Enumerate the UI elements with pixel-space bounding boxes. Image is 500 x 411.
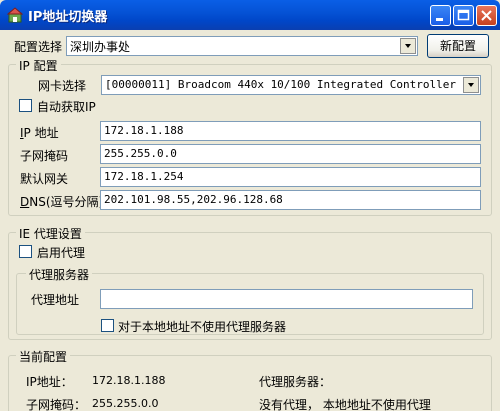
current-config-title: 当前配置 bbox=[16, 348, 71, 365]
config-select-label: 配置选择 bbox=[14, 40, 63, 54]
app-icon bbox=[7, 7, 23, 23]
maximize-button[interactable] bbox=[453, 5, 474, 26]
config-select-value: 深圳办事处 bbox=[70, 40, 131, 54]
current-proxy-label: 代理服务器： bbox=[259, 375, 332, 389]
ip-address-label: IP 地址 bbox=[20, 124, 59, 141]
auto-ip-label: 自动获取IP bbox=[37, 100, 96, 114]
current-mask-label: 子网掩码： bbox=[26, 398, 87, 411]
minimize-icon bbox=[436, 18, 443, 21]
dns-label: DNS(逗号分隔) bbox=[20, 193, 103, 210]
gateway-field[interactable]: 172.18.1.254 bbox=[100, 167, 481, 187]
nic-label: 网卡选择 bbox=[38, 79, 87, 93]
chevron-down-icon[interactable] bbox=[463, 77, 479, 93]
proxy-address-label: 代理地址 bbox=[31, 293, 80, 307]
current-ip-value: 172.18.1.188 bbox=[92, 374, 166, 387]
close-button[interactable] bbox=[476, 5, 497, 26]
gateway-label: 默认网关 bbox=[20, 172, 69, 186]
subnet-mask-label: 子网掩码 bbox=[20, 149, 69, 163]
bypass-local-label: 对于本地地址不使用代理服务器 bbox=[118, 320, 287, 334]
chevron-down-icon[interactable] bbox=[400, 38, 416, 54]
proxy-address-field[interactable] bbox=[100, 289, 473, 309]
current-ip-label: IP地址： bbox=[26, 375, 73, 389]
dns-label-text: NS(逗号分隔) bbox=[29, 195, 104, 209]
title-bar[interactable]: IP地址切换器 bbox=[0, 0, 500, 30]
auto-ip-checkbox[interactable] bbox=[19, 99, 32, 112]
minimize-button[interactable] bbox=[430, 5, 451, 26]
enable-proxy-checkbox[interactable] bbox=[19, 245, 32, 258]
dns-label-hotkey: D bbox=[20, 195, 30, 209]
ip-address-field[interactable]: 172.18.1.188 bbox=[100, 121, 481, 141]
maximize-icon bbox=[457, 9, 470, 21]
close-icon bbox=[481, 10, 492, 21]
current-mask-value: 255.255.0.0 bbox=[92, 397, 159, 410]
config-select[interactable]: 深圳办事处 bbox=[66, 36, 418, 56]
proxy-group-title: IE 代理设置 bbox=[16, 225, 85, 242]
ip-config-title: IP 配置 bbox=[16, 57, 61, 74]
bypass-local-checkbox[interactable] bbox=[101, 319, 114, 332]
subnet-mask-field[interactable]: 255.255.0.0 bbox=[100, 144, 481, 164]
enable-proxy-label: 启用代理 bbox=[37, 246, 86, 260]
window-title: IP地址切换器 bbox=[28, 10, 108, 25]
nic-select-value: [00000011] Broadcom 440x 10/100 Integrat… bbox=[105, 78, 456, 91]
proxy-server-title: 代理服务器 bbox=[26, 266, 93, 283]
dns-field[interactable]: 202.101.98.55,202.96.128.68 bbox=[100, 190, 481, 210]
ip-address-label-text: P 地址 bbox=[23, 126, 59, 140]
main-window: IP地址切换器 配置选择 深圳办事处 新配置 IP 配置 网卡选择 [00000… bbox=[0, 0, 500, 411]
current-proxy-value: 没有代理， 本地地址不使用代理 bbox=[259, 398, 431, 411]
new-config-button[interactable]: 新配置 bbox=[427, 34, 489, 58]
nic-select[interactable]: [00000011] Broadcom 440x 10/100 Integrat… bbox=[101, 75, 481, 95]
